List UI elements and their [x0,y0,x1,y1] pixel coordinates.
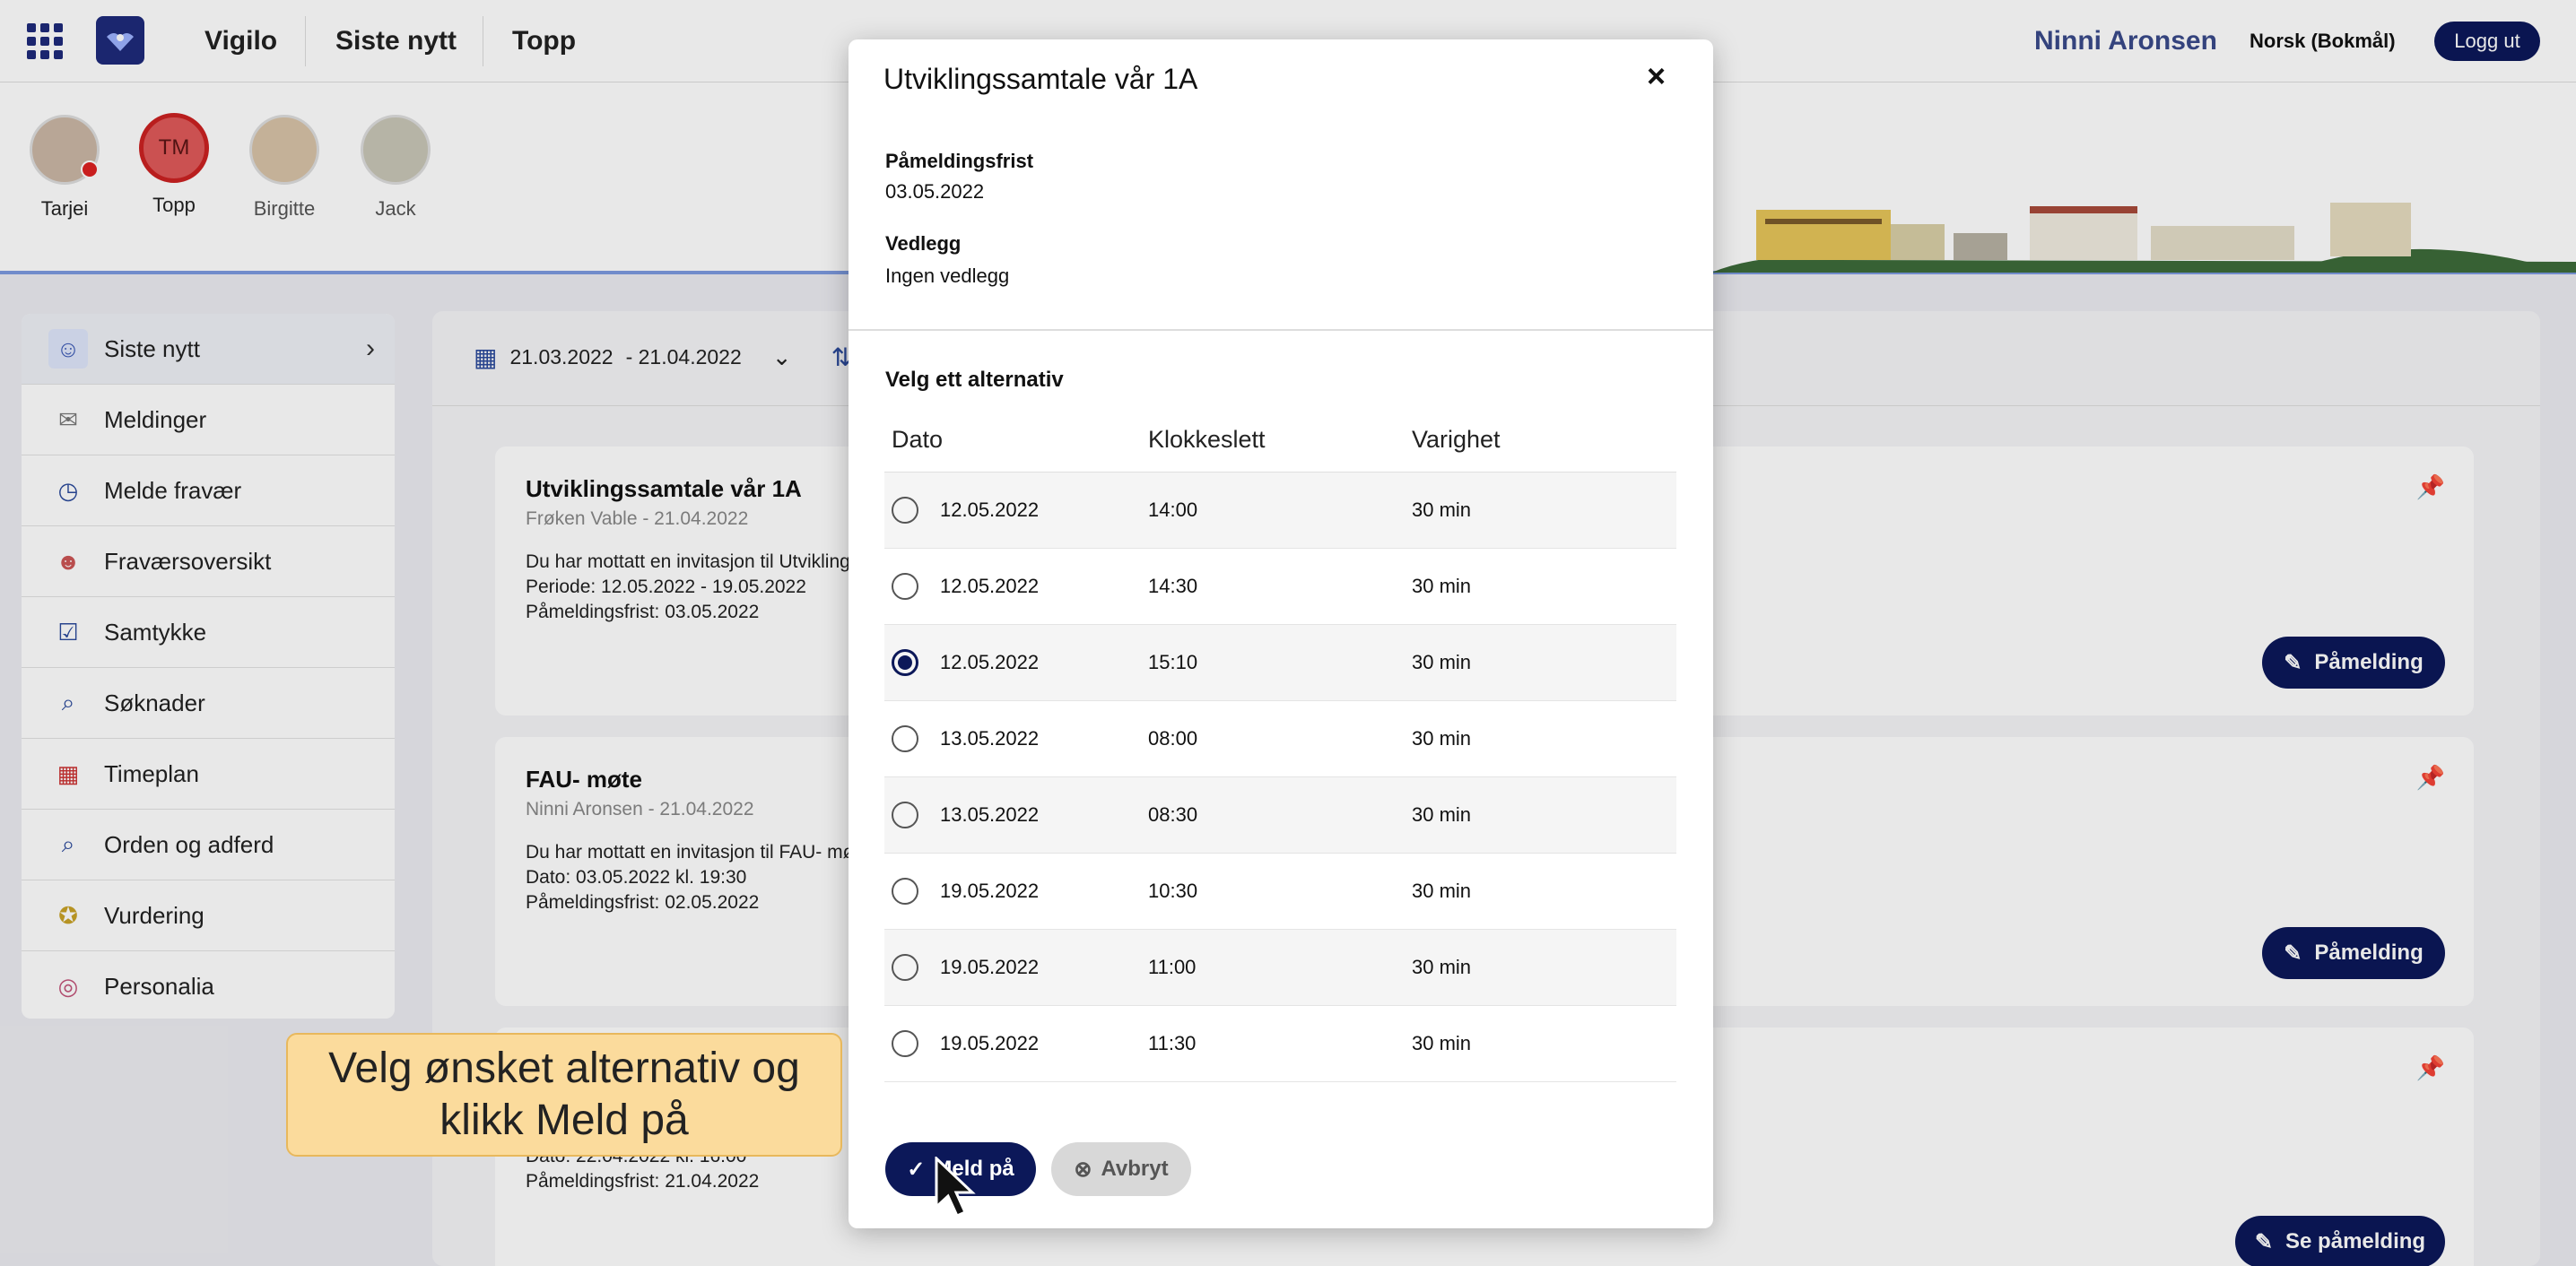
slot-date: 12.05.2022 [940,651,1040,673]
timeslot-row[interactable]: 19.05.2022 11:30 30 min [884,1006,1676,1082]
slot-time: 15:10 [1148,651,1198,673]
slot-date: 13.05.2022 [940,803,1040,826]
radio-button[interactable] [892,802,918,828]
slot-duration: 30 min [1412,499,1472,521]
radio-button[interactable] [892,497,918,524]
slot-duration: 30 min [1412,651,1472,673]
radio-button[interactable] [892,954,918,981]
attachment-value: Ingen vedlegg [885,264,1010,287]
slot-date: 19.05.2022 [940,956,1040,978]
timeslot-row[interactable]: 13.05.2022 08:30 30 min [884,777,1676,854]
dialog-title: Utviklingssamtale vår 1A [883,63,1198,95]
table-header: Dato Klokkeslett Varighet [884,408,1676,473]
column-header-duration: Varighet [1412,426,1501,453]
slot-date: 19.05.2022 [940,880,1040,902]
slot-time: 14:00 [1148,499,1198,521]
slot-duration: 30 min [1412,1032,1472,1054]
deadline-value: 03.05.2022 [885,180,985,203]
timeslot-row[interactable]: 12.05.2022 15:10 30 min [884,625,1676,701]
slot-date: 12.05.2022 [940,499,1040,521]
slot-time: 08:30 [1148,803,1198,826]
slot-duration: 30 min [1412,575,1472,597]
slot-date: 13.05.2022 [940,727,1040,750]
slot-time: 14:30 [1148,575,1198,597]
choose-option-heading: Velg ett alternativ [885,368,1064,392]
cancel-button[interactable]: ⊗ Avbryt [1051,1142,1191,1196]
slot-duration: 30 min [1412,956,1472,978]
radio-button[interactable] [892,649,918,676]
radio-button[interactable] [892,725,918,752]
close-icon[interactable]: × [1647,57,1666,95]
slot-time: 11:00 [1148,956,1197,978]
slot-date: 12.05.2022 [940,575,1040,597]
button-label: Avbryt [1101,1157,1169,1181]
slot-time: 11:30 [1148,1032,1197,1054]
close-circle-icon: ⊗ [1074,1157,1092,1182]
timeslot-row[interactable]: 19.05.2022 11:00 30 min [884,930,1676,1006]
radio-button[interactable] [892,573,918,600]
slot-date: 19.05.2022 [940,1032,1040,1054]
check-circle-icon: ✓ [907,1157,926,1182]
attachment-label: Vedlegg [885,232,962,255]
deadline-label: Påmeldingsfrist [885,150,1034,172]
radio-button[interactable] [892,1030,918,1057]
timeslot-row[interactable]: 13.05.2022 08:00 30 min [884,701,1676,777]
timeslot-table: Dato Klokkeslett Varighet 12.05.2022 14:0… [884,408,1676,1082]
mouse-cursor-icon [935,1157,976,1218]
slot-time: 08:00 [1148,727,1198,750]
timeslot-row[interactable]: 19.05.2022 10:30 30 min [884,854,1676,930]
column-header-time: Klokkeslett [1148,426,1266,453]
radio-button[interactable] [892,878,918,905]
slot-time: 10:30 [1148,880,1198,902]
timeslot-row[interactable]: 12.05.2022 14:30 30 min [884,549,1676,625]
slot-duration: 30 min [1412,880,1472,902]
tutorial-tooltip: Velg ønsket alternativ og klikk Meld på [286,1033,842,1157]
slot-duration: 30 min [1412,727,1472,750]
timeslot-row[interactable]: 12.05.2022 14:00 30 min [884,473,1676,549]
slot-duration: 30 min [1412,803,1472,826]
column-header-date: Dato [892,426,944,453]
dialog-divider [849,329,1713,331]
